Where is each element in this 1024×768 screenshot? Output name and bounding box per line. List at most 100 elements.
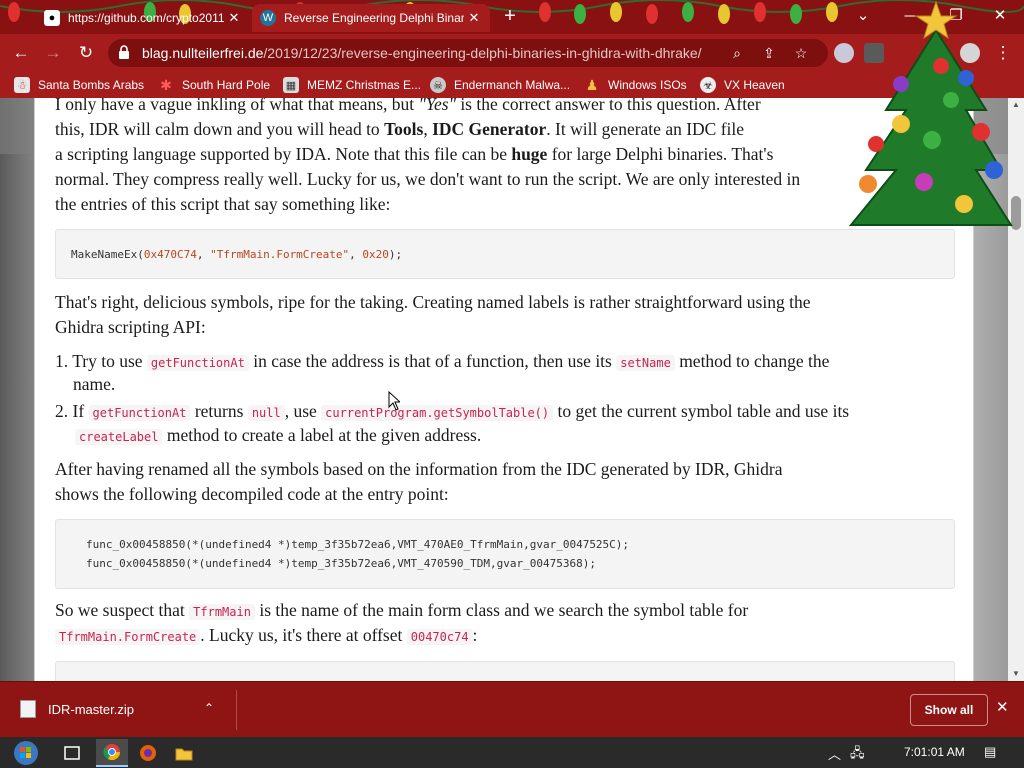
- close-icon[interactable]: ✕: [224, 10, 244, 26]
- close-icon[interactable]: ✕: [996, 698, 1009, 716]
- code-block-partial: [55, 661, 955, 681]
- paragraph: So we suspect that TfrmMain is the name …: [55, 598, 955, 625]
- task-view-icon: [64, 746, 80, 760]
- github-favicon-icon: ●: [44, 10, 60, 26]
- list-item-continuation: createLabel method to create a label at …: [75, 423, 975, 450]
- text: . It will generate an IDC file: [546, 119, 745, 139]
- show-all-button[interactable]: Show all: [910, 694, 988, 726]
- text: Try to use: [72, 351, 147, 371]
- chevron-up-icon[interactable]: ⌃: [204, 701, 214, 715]
- forward-icon[interactable]: →: [40, 41, 66, 65]
- biohazard-icon: ☣: [700, 77, 716, 93]
- file-explorer-taskbar-button[interactable]: [168, 739, 200, 767]
- text: If: [72, 401, 89, 421]
- text: this, IDR will calm down and you will he…: [55, 119, 385, 139]
- chrome-taskbar-button[interactable]: [96, 739, 128, 767]
- code-token: 0x20: [362, 248, 389, 261]
- address-bar[interactable]: blag.nullteilerfrei.de/2019/12/23/revers…: [108, 39, 828, 67]
- text: , use: [284, 401, 322, 421]
- download-item[interactable]: IDR-master.zip: [20, 700, 134, 718]
- bookmark-windows-isos[interactable]: ♟ Windows ISOs: [584, 76, 687, 94]
- wordpress-favicon-icon: W: [260, 10, 276, 26]
- chrome-icon: [103, 744, 121, 761]
- scroll-down-arrow-icon[interactable]: ▼: [1008, 667, 1024, 681]
- bookmark-label: South Hard Pole: [182, 78, 271, 92]
- share-icon[interactable]: ⇪: [760, 44, 778, 62]
- code-token: ,: [196, 248, 211, 261]
- list-number: 2.: [55, 401, 69, 421]
- network-icon[interactable]: 🖧: [850, 744, 865, 766]
- text: . Lucky us, it's there at offset: [200, 625, 407, 645]
- menu-ref-tools: Tools: [384, 119, 424, 139]
- chevron-up-icon[interactable]: ︿: [828, 744, 841, 763]
- paragraph: shows the following decompiled code at t…: [55, 484, 449, 504]
- clock[interactable]: 7:01:01 AM: [904, 745, 965, 759]
- inline-code: TfrmMain: [189, 604, 255, 620]
- firefox-icon: [140, 745, 156, 761]
- article-body: I only have a vague inkling of what that…: [34, 98, 974, 681]
- firefox-taskbar-button[interactable]: [132, 739, 164, 767]
- close-icon[interactable]: ✕: [464, 10, 484, 26]
- back-icon[interactable]: ←: [8, 41, 34, 65]
- bookmark-label: Windows ISOs: [608, 78, 687, 92]
- reload-icon[interactable]: ↻: [73, 41, 99, 65]
- text: I only have a vague inkling of what that…: [55, 98, 419, 114]
- windows-taskbar: ︿ 🖧 7:01:01 AM ▤: [0, 737, 1024, 768]
- code-block-idc: MakeNameEx(0x470C74, "TfrmMain.FormCreat…: [55, 229, 955, 279]
- tab-active-article[interactable]: W Reverse Engineering Delphi Binar ✕: [252, 4, 490, 32]
- paragraph: Ghidra scripting API:: [55, 317, 206, 337]
- inline-code: TfrmMain.FormCreate: [55, 629, 201, 645]
- code-token: MakeNameEx(: [71, 248, 144, 261]
- star-icon[interactable]: ☆: [792, 44, 810, 62]
- mouse-cursor-icon: [388, 391, 400, 411]
- text: in case the address is that of a functio…: [248, 351, 617, 371]
- url-text: blag.nullteilerfrei.de/2019/12/23/revers…: [142, 45, 702, 61]
- text: to get the current symbol table and use …: [553, 401, 850, 421]
- new-tab-button[interactable]: +: [499, 6, 521, 28]
- task-view-button[interactable]: [56, 739, 88, 767]
- christmas-tree-decoration: [848, 0, 1013, 226]
- list-item-continuation: name.: [73, 374, 116, 394]
- snowflake-icon: ✱: [158, 77, 174, 93]
- bookmark-label: Endermanch Malwa...: [454, 78, 571, 92]
- code-token: ,: [349, 248, 363, 261]
- inline-code: getFunctionAt: [88, 405, 191, 421]
- text-emphasis: "Yes": [418, 98, 456, 114]
- text: ,: [423, 119, 433, 139]
- paragraph: a scripting language supported by IDA. N…: [55, 142, 955, 167]
- inline-code: createLabel: [75, 429, 163, 445]
- code-token: 0x470C74: [143, 248, 197, 261]
- download-filename: IDR-master.zip: [48, 701, 134, 717]
- tab-title: https://github.com/crypto2011/I: [68, 11, 224, 25]
- bookmark-vx-heaven[interactable]: ☣ VX Heaven: [700, 76, 785, 94]
- bookmark-label: VX Heaven: [724, 78, 785, 92]
- text: for large Delphi binaries. That's: [547, 144, 774, 164]
- tab-github[interactable]: ● https://github.com/crypto2011/I ✕: [0, 4, 250, 32]
- notifications-icon[interactable]: ▤: [984, 744, 996, 760]
- tab-title: Reverse Engineering Delphi Binar: [284, 11, 464, 25]
- menu-ref-idc-generator: IDC Generator: [432, 119, 547, 139]
- inline-code: currentProgram.getSymbolTable(): [321, 405, 554, 421]
- bookmark-label: MEMZ Christmas E...: [307, 78, 422, 92]
- santa-icon: ☃: [14, 77, 30, 93]
- start-button[interactable]: [6, 739, 46, 767]
- paragraph: That's right, delicious symbols, ripe fo…: [55, 292, 811, 312]
- memz-icon: ▦: [283, 77, 299, 93]
- paragraph: I only have a vague inkling of what that…: [55, 98, 955, 117]
- bookmark-memz-christmas[interactable]: ▦ MEMZ Christmas E...: [283, 76, 421, 94]
- code-token: );: [388, 248, 403, 261]
- search-icon[interactable]: ⌕: [728, 44, 746, 62]
- code-line: func_0x00458850(*(undefined4 *)temp_3f35…: [86, 538, 630, 551]
- text: a scripting language supported by IDA. N…: [55, 144, 512, 164]
- bookmark-endermanch-malware[interactable]: ☠ Endermanch Malwa...: [430, 76, 570, 94]
- code-token: "TfrmMain.FormCreate": [210, 248, 350, 261]
- bookmark-santa-bombs-arabs[interactable]: ☃ Santa Bombs Arabs: [14, 76, 144, 94]
- inline-code: getFunctionAt: [146, 355, 249, 371]
- code-line: MakeNameEx(0x470C74, "TfrmMain.FormCreat…: [71, 248, 402, 261]
- text: returns: [190, 401, 248, 421]
- text: So we suspect that: [55, 600, 190, 620]
- bookmark-south-hard-pole[interactable]: ✱ South Hard Pole: [158, 76, 270, 94]
- inline-code: 00470c74: [406, 629, 473, 645]
- text: is the correct answer to this question. …: [455, 98, 761, 114]
- url-host: blag.nullteilerfrei.de: [142, 45, 264, 61]
